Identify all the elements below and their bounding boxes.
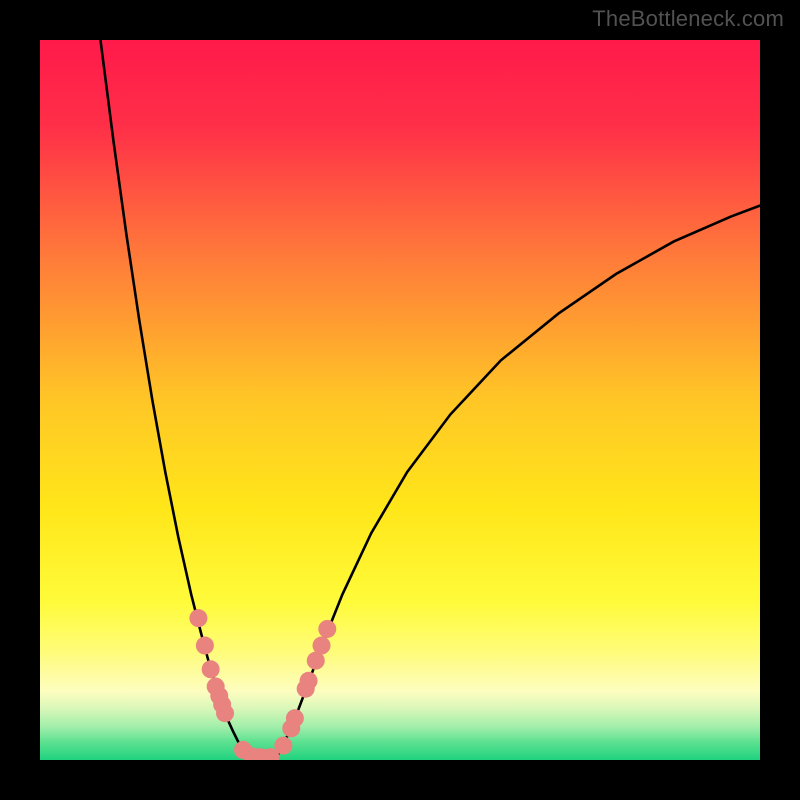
- marker-left-1: [196, 637, 214, 655]
- marker-right-1: [274, 737, 292, 755]
- chart-overlay: [40, 40, 760, 760]
- markers-group: [189, 609, 336, 760]
- marker-right-3: [286, 709, 304, 727]
- marker-left-2: [202, 660, 220, 678]
- marker-left-6: [216, 704, 234, 722]
- marker-right-5: [300, 672, 318, 690]
- curve-right-curve: [274, 206, 760, 760]
- chart-container: TheBottleneck.com: [0, 0, 800, 800]
- marker-left-0: [189, 609, 207, 627]
- watermark-text: TheBottleneck.com: [592, 6, 784, 32]
- marker-right-8: [318, 620, 336, 638]
- marker-right-7: [313, 637, 331, 655]
- plot-area: [40, 40, 760, 760]
- curve-left-curve: [100, 40, 250, 760]
